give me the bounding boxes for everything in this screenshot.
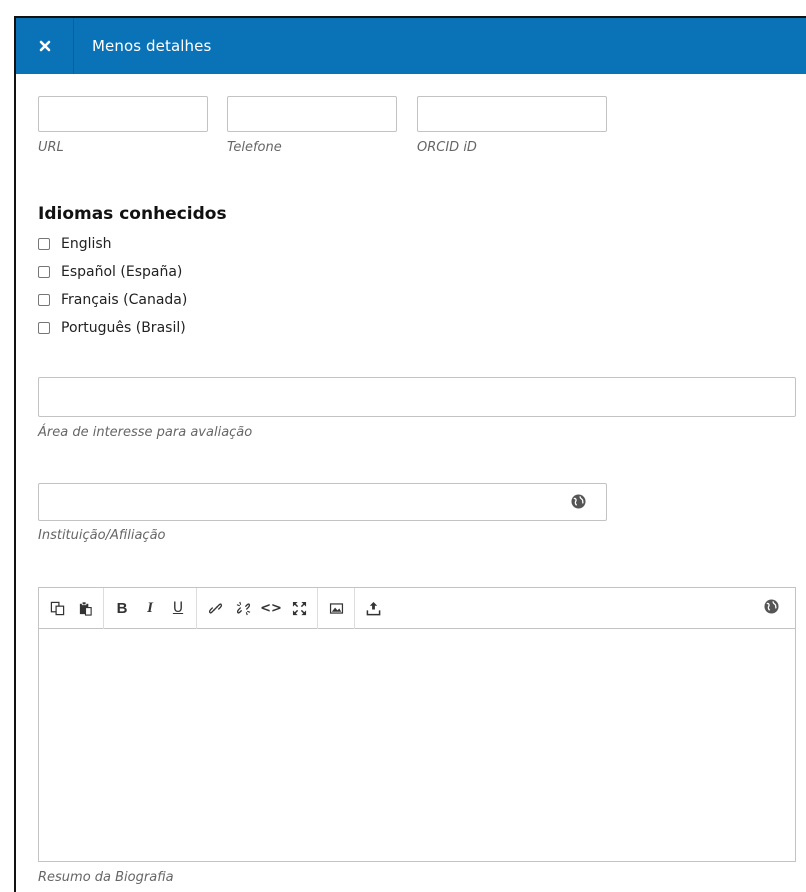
fullscreen-icon bbox=[292, 601, 306, 615]
upload-group bbox=[355, 588, 391, 629]
biography-label: Resumo da Biografia bbox=[38, 870, 174, 885]
close-button[interactable] bbox=[16, 18, 74, 74]
phone-input[interactable] bbox=[227, 96, 397, 132]
url-label: URL bbox=[38, 140, 64, 155]
image-button[interactable] bbox=[322, 594, 350, 622]
biography-textarea[interactable] bbox=[39, 630, 795, 861]
language-item-french[interactable]: Français (Canada) bbox=[38, 286, 187, 314]
unlink-icon bbox=[236, 601, 250, 615]
language-item-portuguese[interactable]: Português (Brasil) bbox=[38, 314, 187, 342]
editor-toolbar: B I U <> bbox=[39, 587, 795, 629]
globe-icon[interactable] bbox=[571, 494, 586, 509]
upload-button[interactable] bbox=[359, 594, 387, 622]
languages-list: English Español (España) Français (Canad… bbox=[38, 230, 187, 342]
review-interests-input[interactable] bbox=[38, 377, 796, 417]
copy-icon bbox=[50, 601, 64, 615]
review-interests-label: Área de interesse para avaliação bbox=[38, 425, 253, 440]
format-group: B I U bbox=[104, 587, 197, 629]
english-checkbox[interactable] bbox=[38, 238, 50, 250]
paste-icon bbox=[79, 601, 92, 616]
languages-title: Idiomas conhecidos bbox=[38, 204, 227, 224]
code-icon[interactable]: <> bbox=[257, 594, 285, 622]
bold-icon[interactable]: B bbox=[108, 594, 136, 622]
paste-button[interactable] bbox=[71, 594, 99, 622]
header-title: Menos detalhes bbox=[92, 37, 212, 55]
underline-icon[interactable]: U bbox=[164, 594, 192, 622]
biography-editor: B I U <> bbox=[38, 587, 796, 862]
fullscreen-button[interactable] bbox=[285, 594, 313, 622]
language-label: English bbox=[61, 236, 112, 252]
clipboard-group bbox=[39, 587, 104, 629]
insert-group: <> bbox=[197, 587, 318, 629]
language-label: Português (Brasil) bbox=[61, 320, 186, 336]
unlink-button[interactable] bbox=[229, 594, 257, 622]
url-input[interactable] bbox=[38, 96, 208, 132]
header-bar: Menos detalhes bbox=[16, 18, 806, 74]
link-button[interactable] bbox=[201, 594, 229, 622]
reviewer-details-panel: Menos detalhes URL Telefone ORCID iD Idi… bbox=[14, 16, 806, 892]
language-label: Français (Canada) bbox=[61, 292, 188, 308]
language-item-spanish[interactable]: Español (España) bbox=[38, 258, 187, 286]
language-item-english[interactable]: English bbox=[38, 230, 187, 258]
portuguese-checkbox[interactable] bbox=[38, 322, 50, 334]
affiliation-label: Instituição/Afiliação bbox=[38, 528, 166, 543]
close-icon bbox=[39, 40, 50, 52]
upload-icon bbox=[366, 601, 380, 615]
image-icon bbox=[329, 602, 343, 614]
french-checkbox[interactable] bbox=[38, 294, 50, 306]
italic-icon[interactable]: I bbox=[136, 594, 164, 622]
orcid-label: ORCID iD bbox=[417, 140, 477, 155]
phone-label: Telefone bbox=[227, 140, 282, 155]
language-label: Español (España) bbox=[61, 264, 183, 280]
copy-button[interactable] bbox=[43, 594, 71, 622]
media-group bbox=[318, 587, 355, 629]
spanish-checkbox[interactable] bbox=[38, 266, 50, 278]
globe-icon[interactable] bbox=[764, 599, 779, 614]
affiliation-input[interactable] bbox=[38, 483, 607, 521]
orcid-input[interactable] bbox=[417, 96, 607, 132]
link-icon bbox=[208, 602, 222, 614]
